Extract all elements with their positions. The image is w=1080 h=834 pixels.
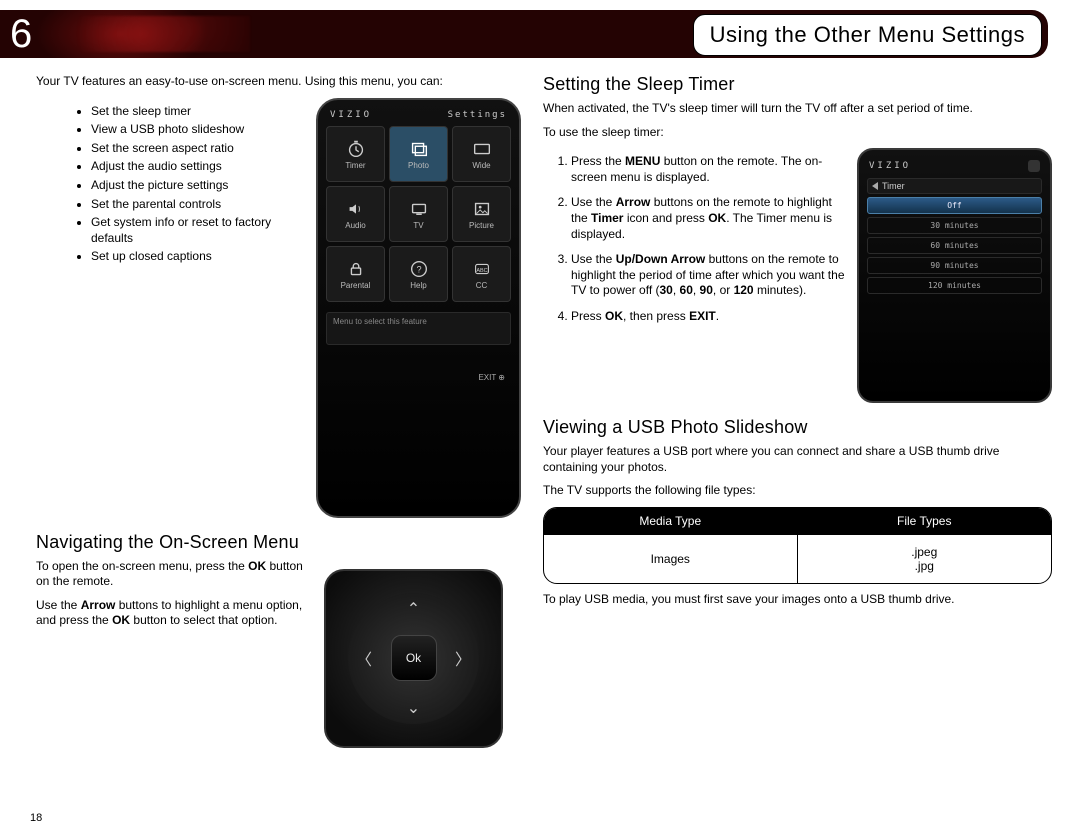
svg-text:ABC: ABC [476, 268, 487, 274]
step-item: Press the MENU button on the remote. The… [571, 154, 845, 185]
timer-menu-screenshot: VIZIO Timer Off 30 minutes 60 minutes 90… [857, 148, 1052, 403]
timer-option: 30 minutes [867, 217, 1042, 234]
tv-menu-screenshot: VIZIO Settings Timer Photo Wide Audio TV… [316, 98, 521, 518]
feature-list: Set the sleep timer View a USB photo sli… [36, 104, 304, 265]
arrow-up-icon: ⌃ [407, 599, 420, 619]
arrow-right-icon: 〉 [455, 646, 471, 670]
usb-p1: Your player features a USB port where yo… [543, 444, 1052, 475]
chapter-banner: 6 Using the Other Menu Settings [0, 10, 1060, 58]
list-item: Set the parental controls [91, 197, 304, 213]
tile-tv: TV [389, 186, 448, 242]
step-item: Use the Arrow buttons on the remote to h… [571, 195, 845, 242]
table-cell: .jpeg .jpg [798, 534, 1052, 583]
tile-wide: Wide [452, 126, 511, 182]
settings-label: Settings [448, 110, 507, 120]
timer-option: 120 minutes [867, 277, 1042, 294]
tile-cc: ABCCC [452, 246, 511, 302]
table-cell: Images [544, 534, 798, 583]
brand-label: VIZIO [330, 110, 372, 120]
list-item: Set up closed captions [91, 249, 304, 265]
tile-picture: Picture [452, 186, 511, 242]
arrow-left-icon: 〈 [356, 646, 372, 670]
sleep-p2: To use the sleep timer: [543, 125, 1052, 141]
usb-heading: Viewing a USB Photo Slideshow [543, 417, 1052, 438]
nav-p2: Use the Arrow buttons to highlight a men… [36, 598, 312, 629]
brand-label: VIZIO [869, 161, 911, 171]
timer-option: 60 minutes [867, 237, 1042, 254]
page-number: 18 [30, 812, 42, 824]
file-types-table: Media TypeFile Types Images.jpeg .jpg [543, 507, 1052, 584]
ok-button-icon: Ok [391, 635, 437, 681]
chapter-title-pill: Using the Other Menu Settings [693, 14, 1042, 56]
step-item: Use the Up/Down Arrow buttons on the rem… [571, 252, 845, 299]
tile-photo: Photo [389, 126, 448, 182]
tile-audio: Audio [326, 186, 385, 242]
back-triangle-icon [872, 182, 878, 190]
nav-p1: To open the on-screen menu, press the OK… [36, 559, 312, 590]
chapter-number: 6 [10, 10, 32, 58]
list-item: View a USB photo slideshow [91, 122, 304, 138]
timer-back: Timer [867, 178, 1042, 194]
usb-p2: The TV supports the following file types… [543, 483, 1052, 499]
exit-label: EXIT ⊕ [326, 373, 511, 382]
menu-hint: Menu to select this feature [326, 312, 511, 345]
sleep-steps: Press the MENU button on the remote. The… [543, 154, 845, 324]
list-item: Set the screen aspect ratio [91, 141, 304, 157]
timer-option: Off [867, 197, 1042, 214]
tile-timer: Timer [326, 126, 385, 182]
timer-option: 90 minutes [867, 257, 1042, 274]
list-item: Adjust the picture settings [91, 178, 304, 194]
step-item: Press OK, then press EXIT. [571, 309, 845, 325]
col-header: Media Type [544, 508, 798, 534]
list-item: Set the sleep timer [91, 104, 304, 120]
tile-help: ?Help [389, 246, 448, 302]
intro-text: Your TV features an easy-to-use on-scree… [36, 74, 521, 90]
navigating-heading: Navigating the On-Screen Menu [36, 532, 521, 553]
home-icon [1028, 160, 1040, 172]
col-header: File Types [798, 508, 1052, 534]
arrow-down-icon: ⌄ [407, 698, 420, 718]
tile-parental: Parental [326, 246, 385, 302]
remote-dpad-image: ⌃ ⌄ 〈 〉 Ok [324, 569, 503, 748]
sleep-heading: Setting the Sleep Timer [543, 74, 1052, 95]
svg-text:?: ? [416, 265, 421, 275]
usb-p3: To play USB media, you must first save y… [543, 592, 1052, 608]
list-item: Get system info or reset to factory defa… [91, 215, 304, 246]
sleep-p1: When activated, the TV's sleep timer wil… [543, 101, 1052, 117]
chapter-title: Using the Other Menu Settings [710, 22, 1025, 48]
list-item: Adjust the audio settings [91, 159, 304, 175]
